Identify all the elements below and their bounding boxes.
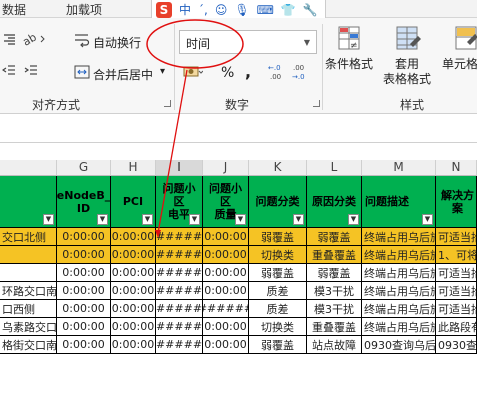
annotation-arrowhead	[155, 230, 161, 238]
annotation-arrow	[157, 69, 188, 234]
annotation-ellipse	[146, 19, 244, 69]
annotation-overlay	[146, 19, 244, 238]
